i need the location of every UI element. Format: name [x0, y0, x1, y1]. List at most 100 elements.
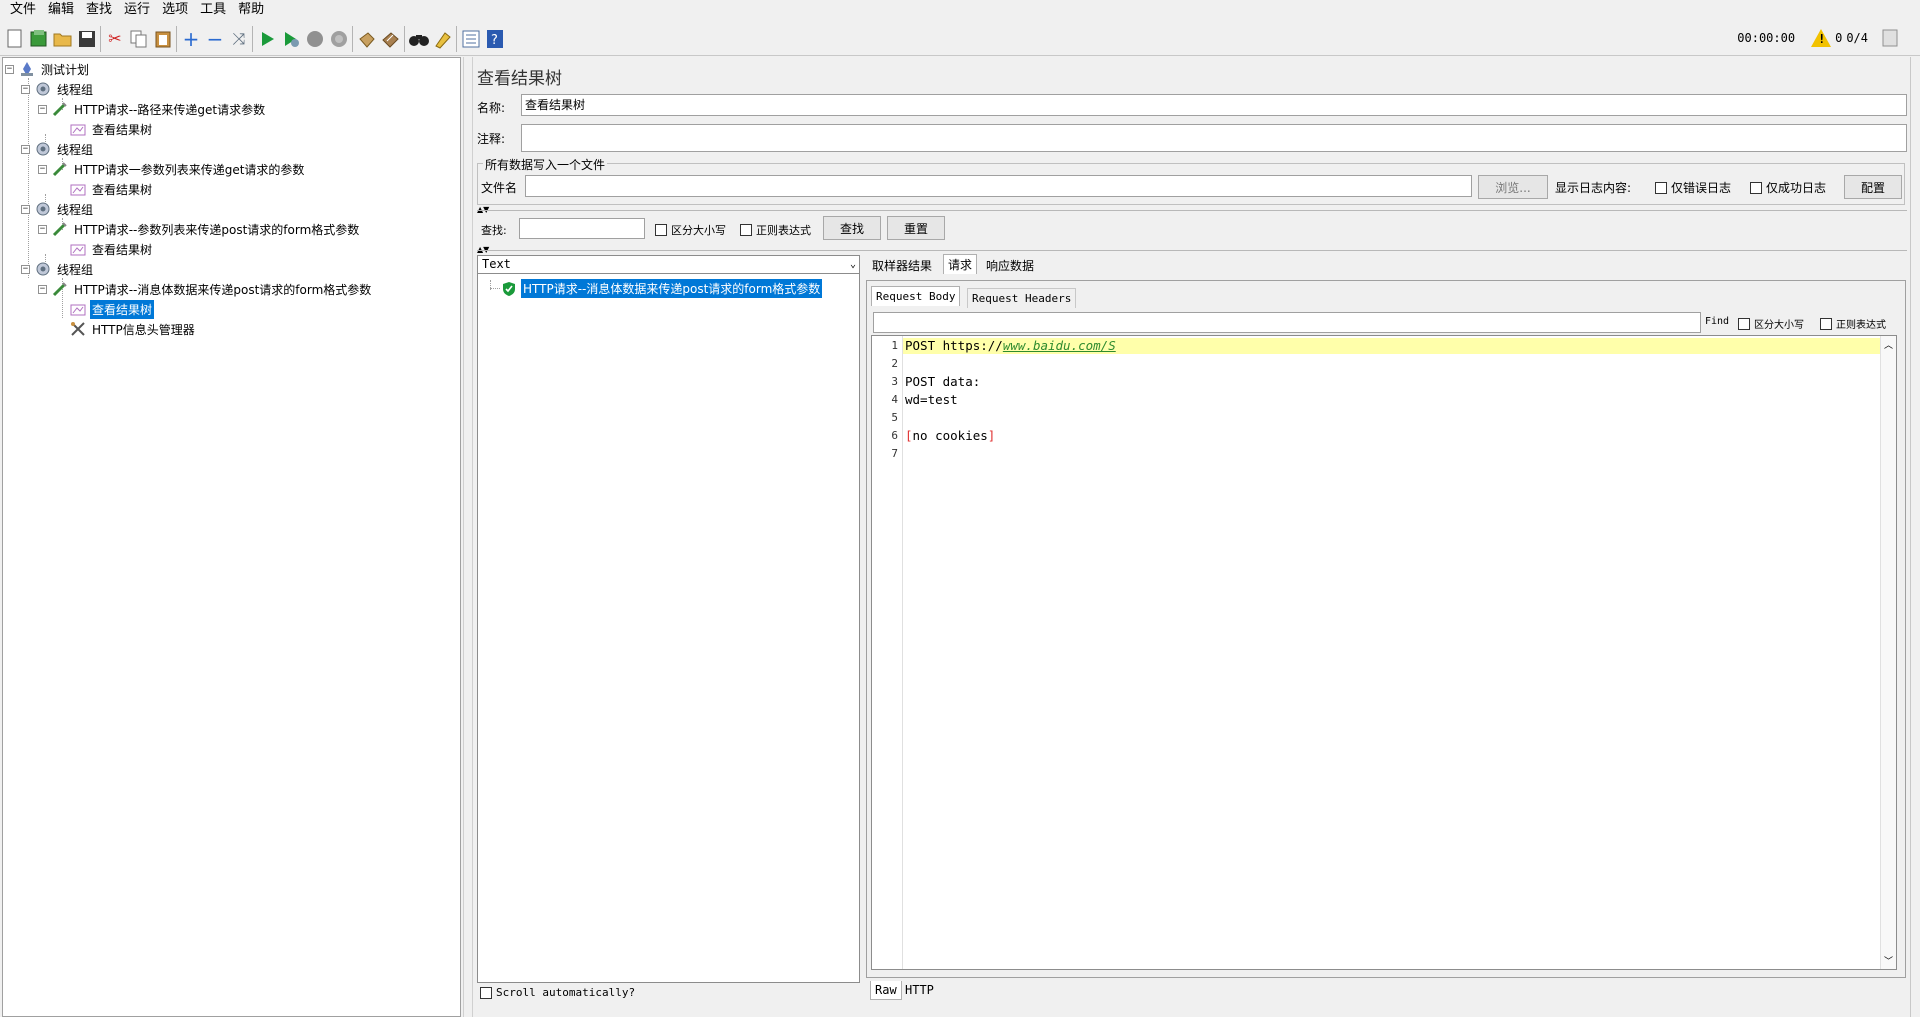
collapse-toggle[interactable]: − — [38, 104, 47, 114]
clear-all-icon[interactable] — [380, 28, 402, 50]
chevron-down-icon[interactable]: ﹀ — [1884, 954, 1893, 967]
search-field[interactable] — [519, 218, 645, 239]
tree-node-header-manager[interactable]: HTTP信息头管理器 — [69, 319, 197, 339]
success-only-checkbox[interactable]: 仅成功日志 — [1750, 179, 1826, 196]
regex-checkbox[interactable]: 正则表达式 — [740, 222, 811, 238]
line-number: 1 — [891, 339, 898, 352]
checkbox-box[interactable] — [1655, 181, 1667, 194]
clear-icon[interactable] — [356, 28, 378, 50]
find-regex-label: 正则表达式 — [1836, 320, 1886, 331]
menu-search[interactable]: 查找 — [80, 0, 118, 20]
expand-icon[interactable]: + — [180, 28, 202, 50]
new-icon[interactable] — [4, 28, 26, 50]
copy-icon[interactable] — [128, 28, 150, 50]
thread-group-icon — [34, 200, 52, 218]
tab-response-data[interactable]: 响应数据 — [982, 256, 1038, 276]
start-icon[interactable] — [256, 28, 278, 50]
chevron-up-icon[interactable]: ︿ — [1884, 338, 1893, 351]
request-body-editor[interactable]: 1 2 3 4 5 6 7 POST https://www.baidu.com… — [871, 335, 1897, 970]
tree-node-http-sampler[interactable]: − HTTP请求--参数列表来传递post请求的form格式参数 — [38, 219, 361, 239]
case-sensitive-checkbox[interactable]: 区分大小写 — [655, 222, 726, 238]
code-text: no cookies — [912, 428, 988, 443]
checkbox-box[interactable] — [740, 224, 752, 236]
tree-node-http-sampler[interactable]: − HTTP请求--路径来传递get请求参数 — [38, 99, 267, 119]
search-icon[interactable] — [408, 28, 430, 50]
toggle-icon[interactable]: ⤨ — [228, 28, 250, 50]
warning-icon[interactable] — [1811, 29, 1832, 47]
tree-node-http-sampler[interactable]: − HTTP请求--消息体数据来传递post请求的form格式参数 — [38, 279, 373, 299]
reset-search-icon[interactable] — [432, 28, 454, 50]
listener-icon — [69, 300, 87, 318]
configure-button[interactable]: 配置 — [1844, 175, 1902, 199]
reset-button[interactable]: 重置 — [887, 216, 945, 240]
http-sampler-icon — [51, 220, 69, 238]
tree-node-thread-group[interactable]: − 线程组 — [21, 79, 95, 99]
tab-request[interactable]: 请求 — [943, 254, 978, 274]
test-plan-tree[interactable]: − 测试计划 − 线程组 − HTTP请求--路径来传递get请求参数 查看结果… — [2, 57, 461, 1017]
tab-http[interactable]: HTTP — [901, 981, 938, 1000]
menu-file[interactable]: 文件 — [4, 0, 42, 20]
tree-node-listener-selected[interactable]: 查看结果树 — [69, 299, 155, 319]
tree-node-thread-group[interactable]: − 线程组 — [21, 199, 95, 219]
collapse-toggle[interactable]: − — [5, 64, 14, 74]
collapse-toggle[interactable]: − — [38, 284, 47, 294]
collapse-toggle[interactable]: − — [38, 164, 47, 174]
result-sample-item[interactable]: HTTP请求--消息体数据来传递post请求的form格式参数 — [500, 279, 823, 298]
collapse-toggle[interactable]: − — [21, 204, 30, 214]
open-icon[interactable] — [52, 28, 74, 50]
collapse-icon[interactable]: − — [204, 28, 226, 50]
success-shield-icon — [500, 280, 518, 298]
collapse-toggle[interactable]: − — [21, 264, 30, 274]
tree-node-http-sampler[interactable]: − HTTP请求一参数列表来传递get请求的参数 — [38, 159, 306, 179]
scroll-automatically-checkbox[interactable]: Scroll automatically? — [480, 986, 635, 999]
find-button[interactable]: 查找 — [823, 216, 881, 240]
header-manager-icon — [69, 320, 87, 338]
tree-node-listener[interactable]: 查看结果树 — [69, 179, 154, 199]
collapse-toggle[interactable]: − — [21, 84, 30, 94]
collapse-toggle[interactable]: − — [38, 224, 47, 234]
tab-raw[interactable]: Raw — [870, 981, 902, 1000]
subtab-request-body[interactable]: Request Body — [871, 286, 961, 306]
checkbox-box[interactable] — [1738, 317, 1750, 330]
errors-only-checkbox[interactable]: 仅错误日志 — [1655, 179, 1731, 196]
editor-scrollbar[interactable]: ︿ ﹀ — [1880, 336, 1896, 969]
cut-icon[interactable]: ✂ — [104, 28, 126, 50]
find-case-label: 区分大小写 — [1754, 320, 1804, 331]
templates-icon[interactable] — [28, 28, 50, 50]
function-helper-icon[interactable] — [460, 28, 482, 50]
find-in-body-field[interactable] — [873, 312, 1701, 333]
checkbox-box[interactable] — [1750, 181, 1762, 194]
url-link[interactable]: www.baidu.com/S — [1003, 338, 1116, 353]
menu-tools[interactable]: 工具 — [194, 0, 232, 20]
menu-options[interactable]: 选项 — [156, 0, 194, 20]
menu-run[interactable]: 运行 — [118, 0, 156, 20]
filename-field[interactable] — [525, 175, 1472, 197]
menu-edit[interactable]: 编辑 — [42, 0, 80, 20]
browse-button[interactable]: 浏览... — [1478, 175, 1548, 199]
tree-node-thread-group[interactable]: − 线程组 — [21, 139, 95, 159]
tab-sampler-result[interactable]: 取样器结果 — [868, 256, 936, 276]
subtab-request-headers[interactable]: Request Headers — [967, 288, 1077, 308]
checkbox-box[interactable] — [480, 986, 492, 999]
find-case-checkbox[interactable]: 区分大小写 — [1738, 316, 1804, 331]
paste-icon[interactable] — [152, 28, 174, 50]
save-icon[interactable] — [76, 28, 98, 50]
help-icon[interactable]: ? — [484, 28, 506, 50]
tree-node-listener[interactable]: 查看结果树 — [69, 239, 154, 259]
tree-node-test-plan[interactable]: − 测试计划 — [5, 59, 91, 79]
start-no-pause-icon[interactable] — [280, 28, 302, 50]
comment-field[interactable] — [521, 124, 1907, 152]
listener-icon — [69, 180, 87, 198]
find-regex-checkbox[interactable]: 正则表达式 — [1820, 316, 1886, 331]
shutdown-icon[interactable] — [328, 28, 350, 50]
tree-node-listener[interactable]: 查看结果树 — [69, 119, 154, 139]
collapse-toggle[interactable]: − — [21, 144, 30, 154]
checkbox-box[interactable] — [655, 224, 667, 236]
split-pane-divider[interactable] — [463, 57, 473, 1017]
tree-node-thread-group[interactable]: − 线程组 — [21, 259, 95, 279]
stop-icon[interactable] — [304, 28, 326, 50]
renderer-select[interactable]: Text ⌄ — [477, 255, 860, 274]
menu-help[interactable]: 帮助 — [232, 0, 270, 20]
name-field[interactable]: 查看结果树 — [521, 94, 1907, 116]
checkbox-box[interactable] — [1820, 317, 1832, 330]
